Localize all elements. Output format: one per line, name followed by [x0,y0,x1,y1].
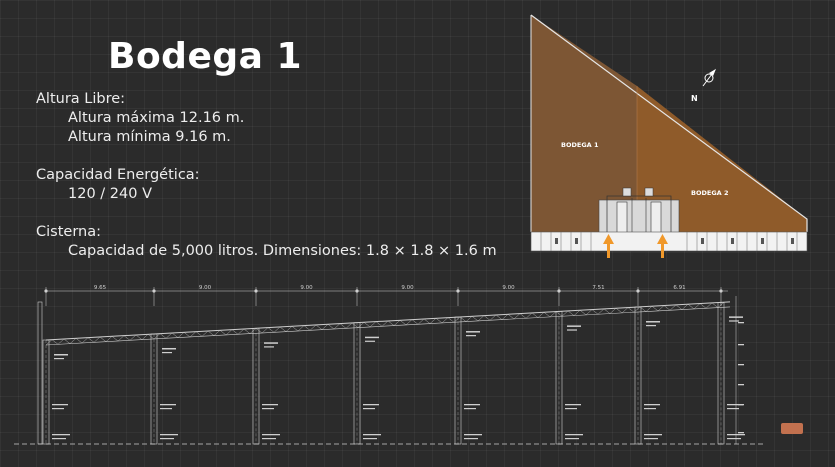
annotation-mark [160,438,174,440]
annotation-mark [727,408,739,410]
annotation-mark [52,434,70,436]
dimension-label: 9.00 [300,285,313,291]
annotation-mark [567,325,581,327]
level-mark [738,344,744,346]
dimension-label: 6.91 [673,285,685,291]
annotation-mark [646,321,660,323]
annotation-mark [160,404,176,406]
annotation-mark [52,438,66,440]
annotation-mark [160,408,172,410]
annotation-mark [54,354,68,356]
annotation-mark [565,438,579,440]
annotation-mark [644,438,658,440]
annotation-mark [262,438,276,440]
dimension-label: 9.00 [199,285,212,291]
page-title: Bodega 1 [108,36,303,77]
annotation-mark [464,434,482,436]
level-mark [738,364,744,366]
annotation-mark [565,404,581,406]
annotation-mark [363,438,377,440]
cisterna-value: Capacidad de 5,000 litros. Dimensiones: … [68,243,497,259]
dimension-label: 9.00 [502,285,515,291]
annotation-mark [464,438,478,440]
altura-minima: Altura mínima 9.16 m. [68,129,231,145]
altura-libre-section: Altura Libre: Altura máxima 12.16 m. Alt… [36,90,244,147]
cisterna-heading: Cisterna: [36,224,101,240]
north-arrow-icon [702,68,717,87]
capacidad-energetica-section: Capacidad Energética: 120 / 240 V [36,166,200,204]
annotation-mark [644,434,662,436]
cisterna-section: Cisterna: Capacidad de 5,000 litros. Dim… [36,223,497,261]
bodega-1-label: BODEGA 1 [561,141,599,149]
dimension-label: 9.00 [401,285,414,291]
annotation-mark [565,408,577,410]
annotation-mark [363,404,379,406]
annotation-mark [160,434,178,436]
annotation-mark [262,434,280,436]
annotation-mark [365,336,379,339]
level-mark [738,322,744,324]
annotation-mark [644,408,656,410]
annotation-mark [729,320,739,322]
bodega-2-label: BODEGA 2 [691,189,728,197]
annotation-mark [365,340,375,342]
altura-libre-heading: Altura Libre: [36,91,126,107]
north-label: N [691,94,698,103]
annotation-mark [567,329,577,331]
end-post [37,301,43,445]
annotation-mark [646,325,656,327]
level-mark [738,432,744,434]
truss [45,302,725,346]
annotation-mark [262,404,278,406]
annotation-mark [363,408,375,410]
annotation-mark [644,404,660,406]
corner-badge [781,423,803,434]
floor-plan: N BODEGA 1 BODEGA 2 [530,14,808,258]
annotation-mark [52,404,68,406]
dimension-label: 7.51 [592,285,604,291]
annotation-mark [565,434,583,436]
annotation-mark [162,347,176,350]
level-mark [738,404,744,406]
annotation-mark [54,358,64,360]
annotation-mark [52,408,64,410]
annotation-mark [264,346,274,348]
annotation-mark [466,331,480,333]
capacidad-energetica-value: 120 / 240 V [68,186,152,202]
annotation-mark [162,351,172,354]
level-mark [738,384,744,386]
capacidad-energetica-heading: Capacidad Energética: [36,167,200,183]
annotation-mark [727,438,741,440]
annotation-mark [363,434,381,436]
altura-maxima: Altura máxima 12.16 m. [68,110,245,126]
dimension-label: 9.65 [94,285,107,291]
annotation-mark [466,335,476,337]
annotation-mark [262,408,274,410]
annotation-mark [264,342,278,344]
bodega-1-area [531,15,637,232]
roof-line-lower [45,306,731,346]
annotation-mark [464,404,480,406]
building-section: 9.65 9.00 9.00 9.00 9.00 7.51 6.91 [14,285,765,445]
annotation-mark [464,408,476,410]
